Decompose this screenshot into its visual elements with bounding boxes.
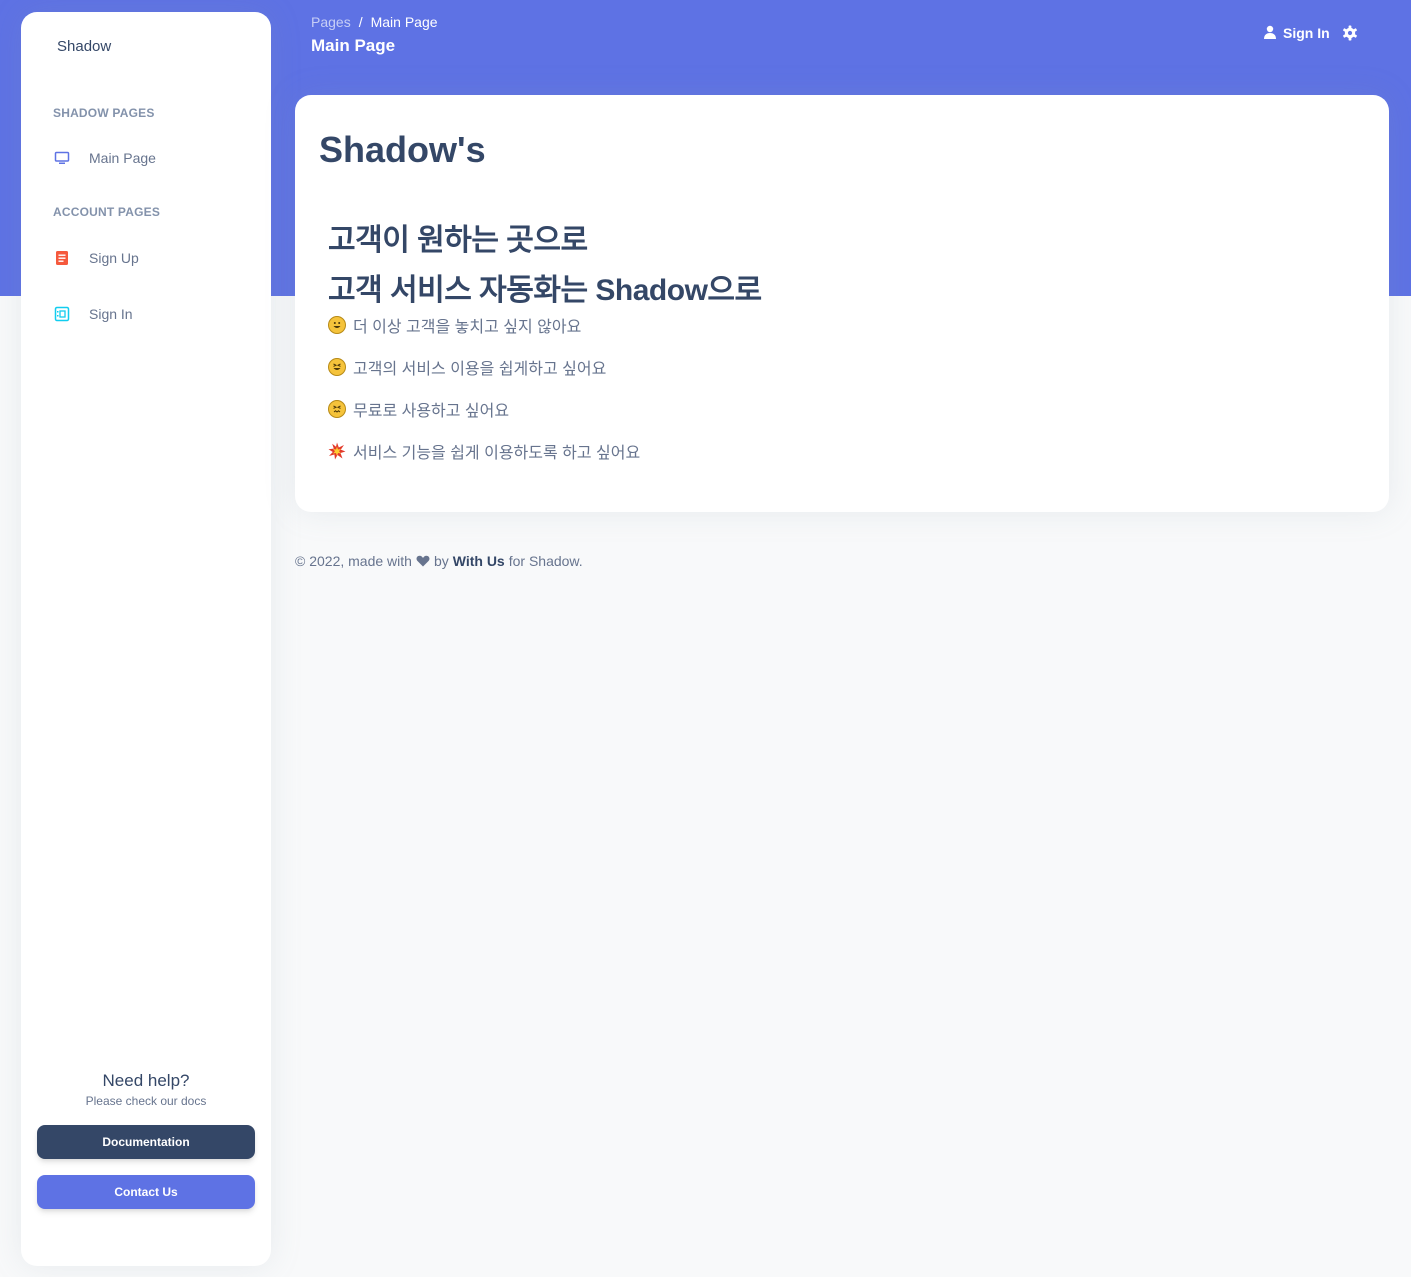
page-title: Main Page — [311, 36, 396, 55]
feature-item: 서비스 기능을 쉽게 이용하도록 하고 싶어요 — [328, 440, 640, 462]
breadcrumb-current: Main Page — [370, 14, 438, 30]
headline-line-1: 고객이 원하는 곳으로 — [328, 224, 588, 257]
section-title-shadow-pages: SHADOW PAGES — [53, 106, 155, 120]
confounded-face-icon — [328, 400, 346, 418]
sidebar-item-sign-up[interactable]: Sign Up — [53, 244, 253, 272]
feature-text: 고객의 서비스 이용을 쉽게하고 싶어요 — [353, 361, 607, 378]
documentation-button[interactable]: Documentation — [37, 1125, 255, 1159]
headline-line-2: 고객 서비스 자동화는 Shadow으로 — [328, 274, 762, 307]
contact-us-button[interactable]: Contact Us — [37, 1175, 255, 1209]
section-title-account-pages: ACCOUNT PAGES — [53, 205, 161, 219]
footer-suffix: for Shadow. — [508, 553, 583, 569]
footer-by: by — [433, 553, 449, 569]
sidebar-item-main-page[interactable]: Main Page — [53, 144, 253, 172]
help-subtitle: Please check our docs — [85, 1094, 207, 1108]
sidebar-item-label: Sign In — [89, 306, 133, 322]
feature-item: 더 이상 고객을 놓치고 싶지 않아요 — [328, 314, 581, 336]
feature-text: 더 이상 고객을 놓치고 싶지 않아요 — [353, 319, 582, 336]
sign-in-label: Sign In — [1283, 25, 1330, 41]
footer-prefix: © 2022, made with — [295, 553, 412, 569]
monitor-icon — [53, 149, 71, 167]
footer-author-link[interactable]: With Us — [453, 553, 505, 569]
card-title: Shadow's — [319, 129, 486, 170]
breadcrumb-separator: / — [358, 14, 363, 30]
sidebar-item-label: Main Page — [89, 150, 156, 166]
user-icon — [1263, 25, 1277, 42]
sidebar-item-sign-in[interactable]: Sign In — [53, 300, 253, 328]
main-card: Shadow's 고객이 원하는 곳으로 고객 서비스 자동화는 Shadow으… — [295, 95, 1389, 512]
breadcrumb-root[interactable]: Pages — [311, 14, 351, 30]
sidebar-item-label: Sign Up — [89, 250, 139, 266]
id-card-icon — [53, 305, 71, 323]
sidebar: Shadow SHADOW PAGES Main Page ACCOUNT PA… — [21, 12, 271, 1266]
squinting-face-icon — [328, 358, 346, 376]
feature-item: 무료로 사용하고 싶어요 — [328, 398, 509, 420]
help-title: Need help? — [102, 1071, 190, 1090]
document-icon — [53, 249, 71, 267]
grinning-face-icon — [328, 316, 346, 334]
feature-item: 고객의 서비스 이용을 쉽게하고 싶어요 — [328, 356, 606, 378]
gear-icon[interactable] — [1342, 25, 1358, 41]
feature-text: 무료로 사용하고 싶어요 — [353, 403, 510, 420]
sign-in-link[interactable]: Sign In — [1263, 24, 1330, 42]
feature-text: 서비스 기능을 쉽게 이용하도록 하고 싶어요 — [353, 445, 641, 462]
heart-icon — [416, 555, 430, 567]
brand-name[interactable]: Shadow — [57, 38, 111, 55]
collision-icon — [328, 442, 346, 460]
breadcrumb: Pages / Main Page — [311, 14, 438, 30]
footer: © 2022, made with by With Us for Shadow. — [295, 553, 583, 569]
